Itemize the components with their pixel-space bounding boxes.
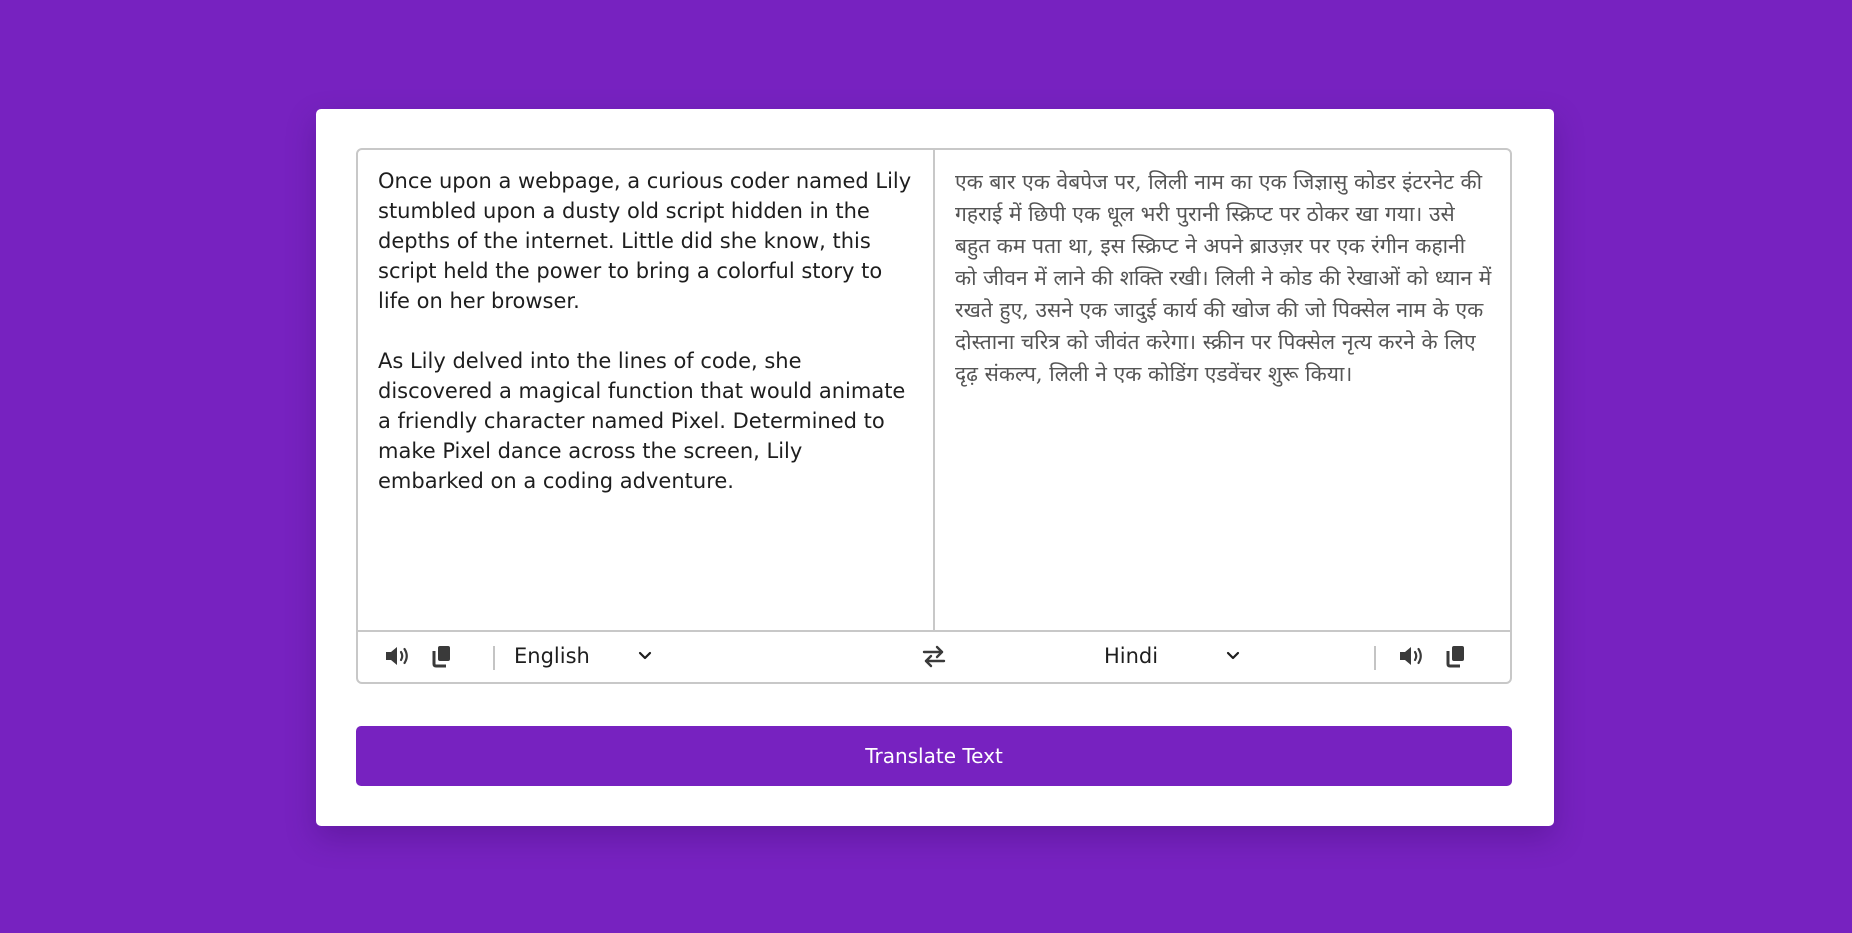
swap-arrows-icon[interactable] <box>920 642 948 670</box>
target-language-label: Hindi <box>1104 644 1159 668</box>
target-volume-icon[interactable] <box>1398 642 1426 670</box>
source-divider <box>493 646 495 670</box>
target-copy-icon[interactable] <box>1442 642 1470 670</box>
target-language-select[interactable]: Hindi <box>1104 640 1254 672</box>
source-chevron-down-icon <box>638 651 652 660</box>
text-input-wrapper: Once upon a webpage, a curious coder nam… <box>356 148 1512 684</box>
translator-card: Once upon a webpage, a curious coder nam… <box>316 109 1554 826</box>
translate-button[interactable]: Translate Text <box>356 726 1512 786</box>
source-language-select[interactable]: English <box>514 640 664 672</box>
controls-bar: English Hindi <box>358 630 1510 682</box>
source-language-label: English <box>514 644 590 668</box>
target-chevron-down-icon <box>1226 651 1240 660</box>
translated-text-area[interactable]: एक बार एक वेबपेज पर, लिली नाम का एक जिज्… <box>935 150 1510 630</box>
source-text-area[interactable]: Once upon a webpage, a curious coder nam… <box>358 150 935 630</box>
target-divider <box>1374 646 1376 670</box>
source-volume-icon[interactable] <box>384 642 412 670</box>
source-copy-icon[interactable] <box>428 642 456 670</box>
